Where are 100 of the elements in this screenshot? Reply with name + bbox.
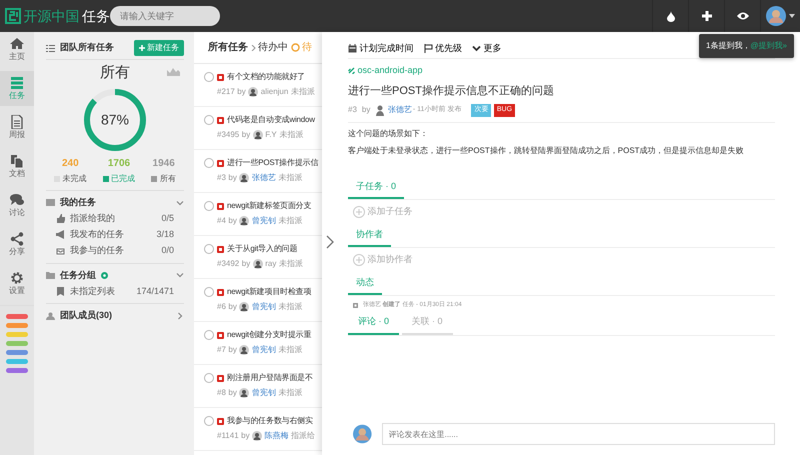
filter-item[interactable]: 我参与的任务 [70,244,124,258]
by-label: by [241,430,250,442]
task-title[interactable]: 刚注册用户登陆界面是不 [227,372,313,384]
task-checkbox[interactable] [204,158,214,168]
section-title: 我的任务 [60,196,96,209]
breadcrumb-current: 待办中 [258,40,288,55]
rail-item[interactable]: 讨论 [0,188,34,223]
rail-item[interactable]: 文档 [0,149,34,184]
files-icon [10,154,24,168]
mentions-link[interactable]: @提到我» [750,41,787,50]
author-name[interactable]: 曾宪钊 [252,300,276,312]
author-name[interactable]: 曾宪钊 [252,344,276,356]
assignee-label: 未指派 [290,86,315,98]
filter-status-icon [290,43,300,52]
caret-icon [788,14,795,18]
chart-icon [167,67,180,76]
plus-circle-icon [353,206,365,218]
section-tab[interactable]: 协作者 [348,228,391,247]
color-tag[interactable] [6,314,28,319]
by-label: by [237,86,246,98]
task-number: #3495 [217,128,240,140]
task-checkbox[interactable] [204,416,214,426]
new-task-button[interactable]: 新建任务 [134,40,184,56]
avatar-icon [239,172,250,182]
by-label: by [228,386,237,398]
project-link[interactable]: osc-android-app [358,64,423,78]
assignee-label: 未指派 [278,300,302,312]
task-checkbox[interactable] [204,72,214,82]
author-name: F.Y [265,128,277,140]
task-checkbox[interactable] [204,201,214,211]
filter-item[interactable]: 我发布的任务 [70,228,124,242]
by-label: by [228,344,237,356]
color-tag[interactable] [6,323,28,328]
task-title[interactable]: 我参与的任务数与右侧实 [227,415,313,427]
author-name[interactable]: 曾宪钊 [252,214,276,226]
filter-item[interactable]: 未指定列表 [70,284,115,298]
color-tag[interactable] [6,368,28,373]
toolbar-button[interactable]: 更多 [472,42,502,56]
author-name[interactable]: 陈燕梅 [264,430,289,442]
task-checkbox[interactable] [204,244,214,254]
search-field[interactable]: 请输入关键字 [110,6,220,26]
filter-item[interactable]: 指派给我的 [70,212,115,226]
task-title[interactable]: newgit创建分支时提示重 [227,329,312,341]
task-checkbox[interactable] [204,115,214,125]
item-icon [56,246,65,256]
rail-item[interactable]: 分享 [0,227,34,262]
chevron-right-icon [326,235,334,250]
comment-tab[interactable]: 评论 · 0 [348,315,400,334]
assignee-label: 未指派 [278,344,302,356]
section-icon [46,271,55,280]
task-checkbox[interactable] [204,373,214,383]
scope-title: 所有 [100,63,130,83]
assignee-label: 指派给 [291,430,316,442]
document-icon [10,115,24,129]
rail-item[interactable]: 主页 [0,32,34,67]
task-title[interactable]: 关于从git导入的问题 [227,243,298,255]
avatar-icon [239,302,250,312]
by-label: by [228,172,237,184]
section-tab[interactable]: 动态 [348,276,382,295]
section-tab[interactable]: 子任务 · 0 [348,180,404,199]
by-label: by [228,300,237,312]
item-icon [56,230,65,240]
section-icon [46,198,55,207]
stat-value: 1706 [108,156,130,170]
color-tag[interactable] [6,332,28,337]
app-name: 任务 [82,6,110,26]
task-checkbox[interactable] [204,330,214,340]
author-name[interactable]: 张德艺 [388,104,412,116]
color-tag[interactable] [6,359,28,364]
task-type-icon [217,160,224,166]
rail-item[interactable]: 周报 [0,110,34,145]
task-title[interactable]: 进行一些POST操作提示信 [227,157,318,169]
color-tag[interactable] [6,341,28,346]
task-title[interactable]: newgit新建项目时检查项 [227,286,312,298]
link-icon [348,67,355,74]
author-name[interactable]: 曾宪钊 [252,386,276,398]
description-text: 这个问题的场景如下： [348,128,429,140]
task-number: #3 [217,172,226,184]
list-icon [46,44,55,52]
avatar-icon [766,6,786,26]
separator-icon [250,44,256,50]
task-checkbox[interactable] [204,287,214,297]
toolbar-button[interactable]: 优先级 [424,42,462,56]
chat-icon [10,193,24,207]
comment-field[interactable]: 评论发表在这里...... [382,423,775,445]
task-title[interactable]: 有个文档的功能就好了 [227,71,306,83]
task-title[interactable]: 代码老是自动变成window [227,114,315,126]
toolbar-button[interactable]: 计划完成时间 [348,42,414,56]
home-icon [10,37,24,51]
eye-icon [736,12,748,20]
task-title[interactable]: newgit新建标签页面分支 [227,200,312,212]
color-tag[interactable] [6,350,28,355]
author-name: ray [265,258,276,270]
task-type-icon [217,202,224,210]
author-name[interactable]: 张德艺 [252,172,276,184]
collapse-toggle[interactable] [326,235,334,250]
rail-item[interactable]: 设置 [0,266,34,301]
by-label: by [362,104,370,116]
plus-circle-icon [353,254,365,266]
breadcrumb-link[interactable]: 所有任务 [208,40,248,55]
